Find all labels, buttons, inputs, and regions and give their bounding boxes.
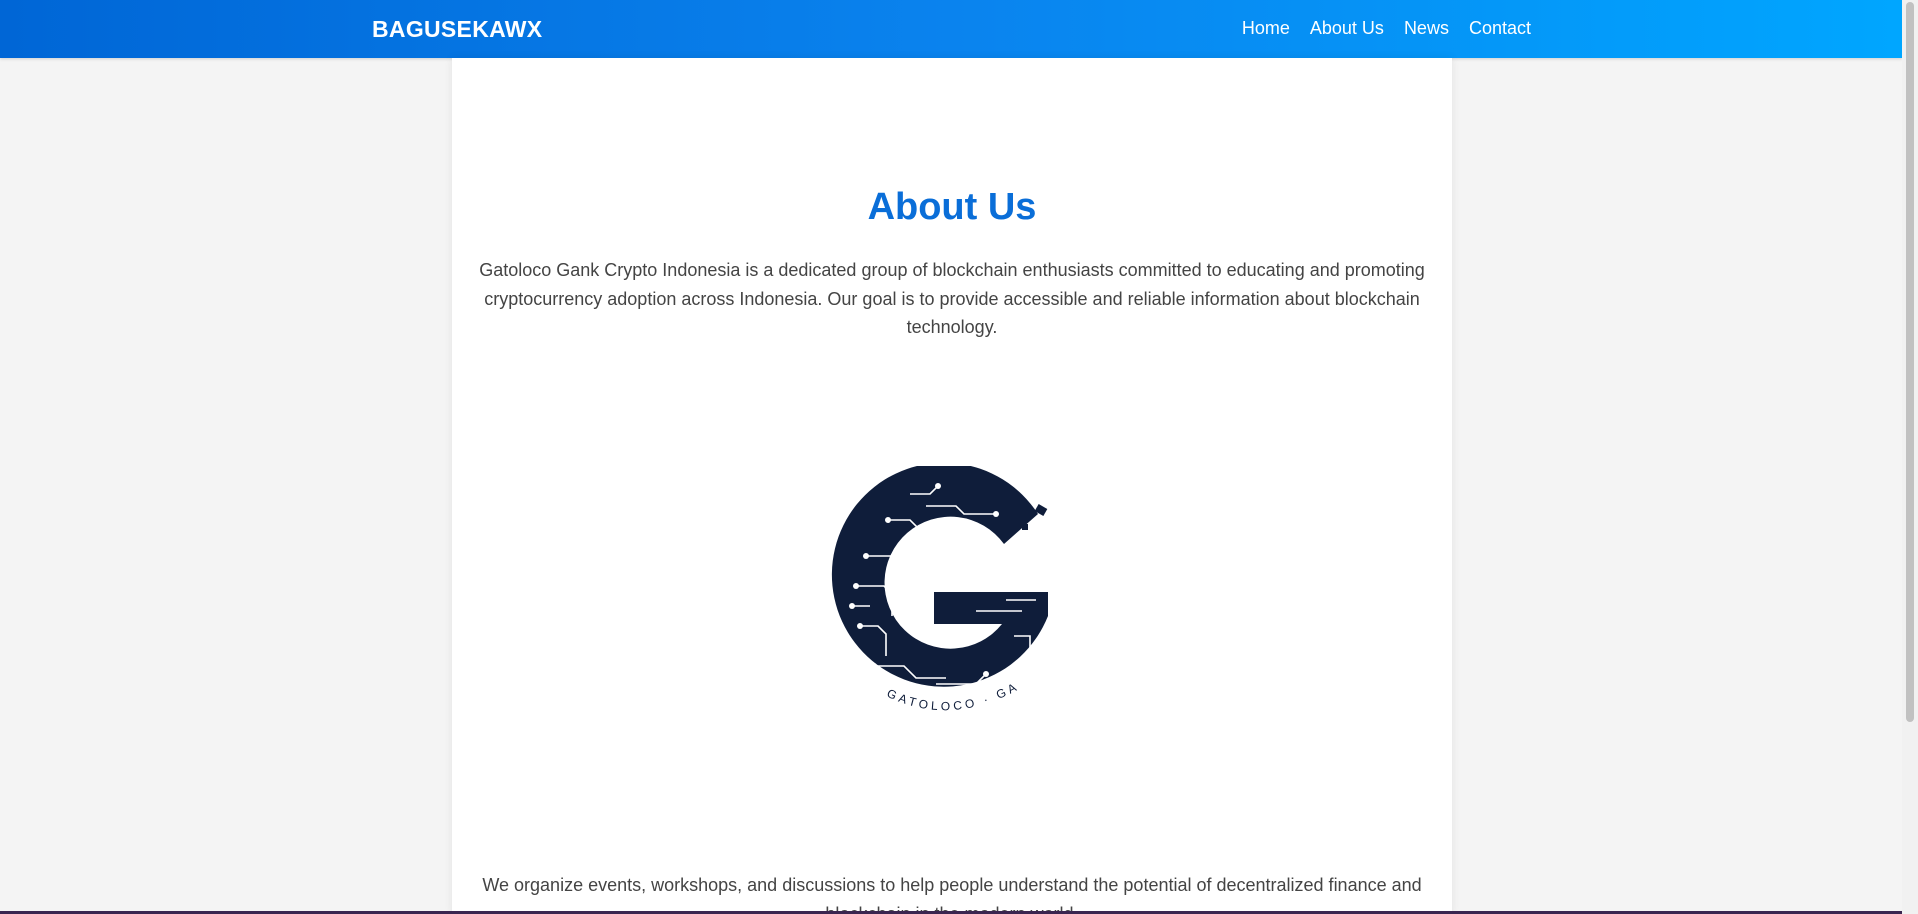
page-title: About Us — [867, 186, 1037, 228]
main-content-card: About Us Gatoloco Gank Crypto Indonesia … — [452, 58, 1452, 914]
top-navbar: BAGUSEKAWX Home About Us News Contact — [0, 0, 1902, 58]
intro-paragraph: Gatoloco Gank Crypto Indonesia is a dedi… — [479, 260, 1425, 337]
scrollbar-thumb[interactable] — [1906, 2, 1914, 722]
gatoloco-logo-image: GATOLOCO · GANK3 — [826, 466, 1048, 713]
nav-link-contact[interactable]: Contact — [1469, 18, 1531, 39]
page-scrollbar[interactable] — [1902, 0, 1918, 914]
events-paragraph: We organize events, workshops, and discu… — [482, 875, 1422, 914]
nav-link-news[interactable]: News — [1404, 18, 1449, 39]
nav-link-home[interactable]: Home — [1242, 18, 1290, 39]
nav-link-about-us[interactable]: About Us — [1310, 18, 1384, 39]
brand-logo[interactable]: BAGUSEKAWX — [372, 16, 542, 43]
nav-menu: Home About Us News Contact — [1242, 18, 1531, 39]
